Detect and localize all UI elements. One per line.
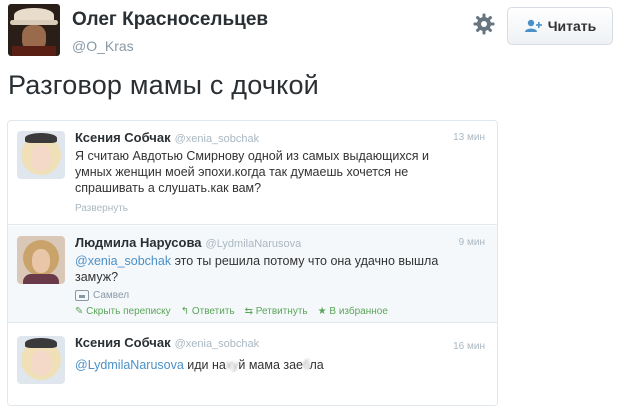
author-name[interactable]: Олег Красносельцев xyxy=(72,9,268,31)
tweet-actions: ✎ Скрыть переписку ↰ Ответить ⇆ Ретвитну… xyxy=(75,306,388,317)
pencil-icon: ✎ xyxy=(75,306,87,317)
expand-link[interactable]: Развернуть xyxy=(75,203,128,214)
avatar[interactable] xyxy=(17,336,65,384)
author-avatar[interactable] xyxy=(8,4,60,56)
reply-icon: ↰ xyxy=(180,306,192,317)
mention-link[interactable]: @xenia_sobchak xyxy=(75,254,171,268)
tweet-time[interactable]: 16 мин xyxy=(453,341,485,352)
photo-icon xyxy=(75,290,89,301)
censored-text: ху xyxy=(225,358,239,372)
censored-text: б xyxy=(302,358,310,372)
retweet-icon: ⇆ xyxy=(244,306,256,317)
tweet-author-handle: @xenia_sobchak xyxy=(174,133,260,145)
tweet-text: Разговор мамы с дочкой xyxy=(8,70,319,100)
avatar[interactable] xyxy=(17,131,65,179)
follow-button-label: Читать xyxy=(547,18,597,34)
tweet-time[interactable]: 13 мин xyxy=(453,132,485,143)
follow-button[interactable]: Читать xyxy=(507,7,613,45)
star-icon: ★ xyxy=(317,306,330,317)
add-user-icon xyxy=(524,19,542,32)
embedded-tweet[interactable]: Ксения Собчак @xenia_sobchak 13 мин Я счи… xyxy=(8,121,497,225)
media-attachment[interactable]: Самвел xyxy=(75,290,129,301)
embedded-tweet[interactable]: Людмила Нарусова @LydmilaNarusova 9 мин @… xyxy=(8,226,497,323)
tweet-author-name[interactable]: Людмила Нарусова @LydmilaNarusova xyxy=(75,235,301,250)
gear-icon[interactable] xyxy=(472,12,496,36)
favorite-link[interactable]: ★ В избранное xyxy=(318,306,388,317)
tweet-author-handle: @LydmilaNarusova xyxy=(205,238,302,250)
tweet-body: @xenia_sobchak это ты решила потому что … xyxy=(75,254,439,284)
tweet-author-handle: @xenia_sobchak xyxy=(174,338,260,350)
tweet-header: Олег Красносельцев @O_Kras Читать xyxy=(8,4,613,62)
tweet-body: Я считаю Авдотью Смирнову одной из самых… xyxy=(75,149,429,195)
avatar[interactable] xyxy=(17,236,65,284)
embedded-tweet[interactable]: Ксения Собчак @xenia_sobchak 16 мин @Lydm… xyxy=(8,324,497,405)
retweet-link[interactable]: ⇆ Ретвитнуть xyxy=(245,306,308,317)
tweet-body: @LydmilaNarusova иди нахуй мама заебла xyxy=(75,358,324,372)
mention-link[interactable]: @LydmilaNarusova xyxy=(75,358,184,372)
tweet-author-name[interactable]: Ксения Собчак @xenia_sobchak xyxy=(75,335,259,350)
reply-link[interactable]: ↰ Ответить xyxy=(181,306,235,317)
embedded-conversation: Ксения Собчак @xenia_sobchak 13 мин Я счи… xyxy=(7,120,498,406)
author-handle[interactable]: @O_Kras xyxy=(72,38,134,54)
tweet-time[interactable]: 9 мин xyxy=(459,237,485,248)
tweet-author-name[interactable]: Ксения Собчак @xenia_sobchak xyxy=(75,130,259,145)
hide-conversation-link[interactable]: ✎ Скрыть переписку xyxy=(75,306,171,317)
